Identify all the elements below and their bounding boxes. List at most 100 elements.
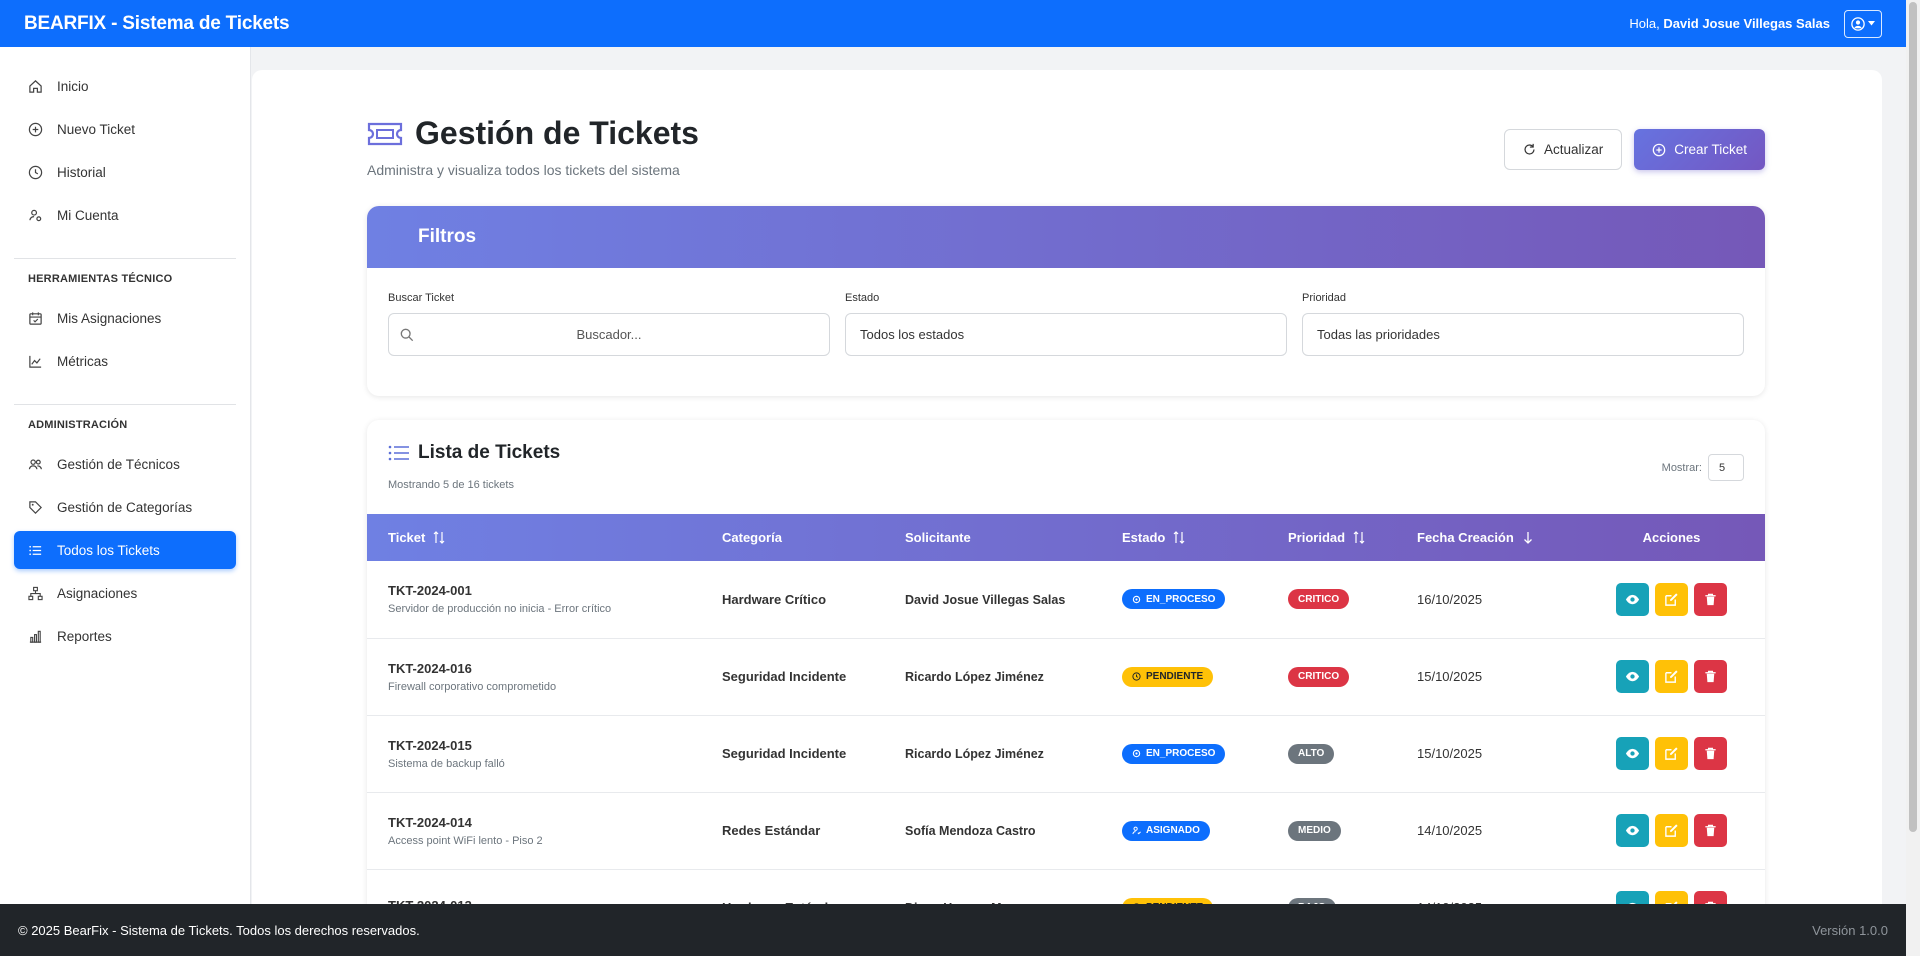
priority-badge-text: MEDIO (1298, 825, 1331, 836)
sidebar-item-label: Inicio (57, 78, 89, 94)
ticket-id[interactable]: TKT-2024-015 (388, 738, 722, 753)
sidebar-item-nuevo-ticket[interactable]: Nuevo Ticket (14, 110, 236, 148)
cell-priority: ALTO (1288, 715, 1417, 792)
sidebar-item-inicio[interactable]: Inicio (14, 67, 236, 105)
sidebar-item-gestion-tecnicos[interactable]: Gestión de Técnicos (14, 445, 236, 483)
delete-button[interactable] (1694, 660, 1727, 693)
eye-icon (1625, 671, 1640, 682)
cell-ticket: TKT-2024-015 Sistema de backup falló (367, 715, 722, 792)
sidebar-item-gestion-categorias[interactable]: Gestión de Categorías (14, 488, 236, 526)
status-select[interactable]: Todos los estados (845, 313, 1287, 356)
gear-icon (1132, 749, 1141, 758)
page-scrollbar[interactable] (1906, 0, 1920, 956)
tags-icon (29, 500, 42, 514)
sidebar-item-asignaciones[interactable]: Asignaciones (14, 574, 236, 612)
view-button[interactable] (1616, 814, 1649, 847)
edit-button[interactable] (1655, 814, 1688, 847)
ticket-id[interactable]: TKT-2024-016 (388, 661, 722, 676)
column-header-prioridad[interactable]: Prioridad (1288, 514, 1417, 561)
ticket-id[interactable]: TKT-2024-014 (388, 815, 722, 830)
column-header-solicitante: Solicitante (905, 514, 1122, 561)
cell-date: 14/10/2025 (1417, 869, 1578, 904)
sidebar-item-mis-asignaciones[interactable]: Mis Asignaciones (14, 299, 236, 337)
greeting-label: Hola, (1629, 16, 1660, 31)
edit-button[interactable] (1655, 582, 1688, 616)
column-header-categoria-label: Categoría (722, 530, 782, 545)
ticket-id[interactable]: TKT-2024-001 (388, 583, 722, 598)
sidebar-item-label: Reportes (57, 628, 112, 644)
view-button[interactable] (1616, 582, 1649, 616)
view-button[interactable] (1616, 737, 1649, 770)
status-badge: ASIGNADO (1122, 820, 1210, 841)
sidebar-item-metricas[interactable]: Métricas (14, 342, 236, 380)
priority-badge-text: CRITICO (1298, 671, 1340, 682)
list-title-text: Lista de Tickets (418, 442, 561, 463)
status-badge-text: EN_PROCESO (1146, 593, 1216, 605)
priority-badge-text: ALTO (1298, 748, 1325, 759)
sidebar-item-label: Gestión de Técnicos (57, 456, 180, 472)
edit-button[interactable] (1655, 660, 1688, 693)
edit-button[interactable] (1655, 737, 1688, 770)
cell-actions (1578, 715, 1765, 792)
column-header-ticket[interactable]: Ticket (367, 514, 722, 561)
cell-status: ASIGNADO (1122, 792, 1288, 869)
ticket-date: 15/10/2025 (1417, 669, 1483, 684)
status-badge-text: EN_PROCESO (1146, 748, 1216, 759)
table-row[interactable]: TKT-2024-001 Servidor de producción no in… (367, 561, 1765, 638)
trash-icon (1705, 824, 1716, 837)
priority-select-value: Todas las prioridades (1317, 327, 1440, 342)
sidebar-item-historial[interactable]: Historial (14, 153, 236, 191)
edit-icon (1665, 670, 1678, 683)
user-menu-button[interactable] (1844, 9, 1882, 38)
scrollbar-thumb[interactable] (1909, 2, 1917, 832)
calendar-check-icon (29, 311, 42, 325)
sidebar-item-reportes[interactable]: Reportes (14, 617, 236, 655)
page-size-select[interactable]: 5 (1708, 454, 1744, 481)
delete-button[interactable] (1694, 891, 1727, 904)
status-badge: EN_PROCESO (1122, 589, 1226, 610)
priority-badge-text: CRITICO (1298, 593, 1340, 605)
status-select-value: Todos los estados (860, 327, 965, 342)
trash-icon (1705, 670, 1716, 683)
status-badge: PENDIENTE (1122, 666, 1214, 687)
table-row[interactable]: TKT-2024-013Hardware EstándarDiego Herre… (367, 869, 1765, 904)
user-check-icon (1132, 826, 1141, 835)
sidebar-section-tools: HERRAMIENTAS TÉCNICO (28, 273, 173, 285)
sidebar-item-mi-cuenta[interactable]: Mi Cuenta (14, 196, 236, 234)
brand-logo[interactable]: BEARFIX - Sistema de Tickets (24, 13, 290, 35)
search-input[interactable]: Buscador... (388, 313, 830, 356)
delete-button[interactable] (1694, 737, 1727, 770)
ticket-requester: Ricardo López Jiménez (905, 747, 1044, 761)
edit-button[interactable] (1655, 891, 1688, 904)
table-row[interactable]: TKT-2024-016 Firewall corporativo comprom… (367, 638, 1765, 715)
cell-category: Seguridad Incidente (722, 638, 905, 715)
delete-button[interactable] (1694, 814, 1727, 847)
view-button[interactable] (1616, 891, 1649, 904)
sidebar-item-label: Todos los Tickets (57, 542, 160, 558)
priority-select[interactable]: Todas las prioridades (1302, 313, 1744, 356)
refresh-button[interactable]: Actualizar (1503, 129, 1623, 170)
view-button[interactable] (1616, 660, 1649, 693)
create-ticket-button[interactable]: Crear Ticket (1634, 129, 1765, 170)
footer-copyright: © 2025 BearFix - Sistema de Tickets. Tod… (18, 922, 420, 938)
gear-icon (1132, 595, 1141, 603)
page-size-value: 5 (1719, 461, 1726, 474)
cell-requester: David Josue Villegas Salas (905, 561, 1122, 638)
cell-category: Seguridad Incidente (722, 715, 905, 792)
column-header-acciones-label: Acciones (1642, 530, 1701, 545)
table-row[interactable]: TKT-2024-014 Access point WiFi lento - Pi… (367, 792, 1765, 869)
delete-button[interactable] (1694, 582, 1727, 616)
cell-priority: CRITICO (1288, 561, 1417, 638)
column-header-fecha[interactable]: Fecha Creación (1417, 514, 1578, 561)
ticket-description: Servidor de producción no inicia - Error… (388, 603, 612, 616)
clock-icon (28, 165, 43, 179)
cell-ticket: TKT-2024-013 (367, 869, 722, 905)
sidebar-item-todos-los-tickets[interactable]: Todos los Tickets (14, 531, 236, 569)
cell-requester: Ricardo López Jiménez (905, 715, 1122, 792)
status-badge-text: PENDIENTE (1146, 671, 1204, 682)
column-header-estado[interactable]: Estado (1122, 514, 1288, 561)
priority-badge: MEDIO (1288, 820, 1341, 841)
table-row[interactable]: TKT-2024-015 Sistema de backup falló Segur… (367, 715, 1765, 792)
cell-priority: MEDIO (1288, 792, 1417, 869)
refresh-label: Actualizar (1543, 142, 1604, 157)
